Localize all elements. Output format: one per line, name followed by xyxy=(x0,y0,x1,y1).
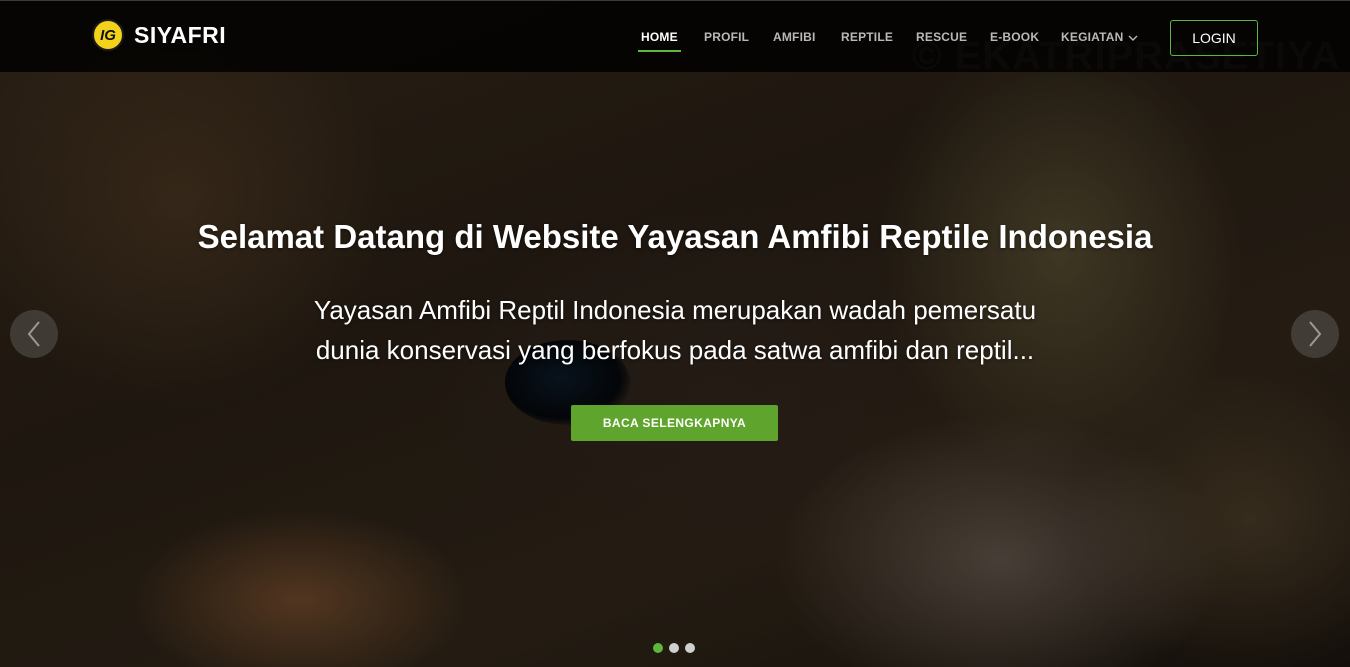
chevron-down-icon xyxy=(1128,31,1138,45)
chevron-right-icon xyxy=(1309,321,1322,347)
siyafri-logo-icon: IG xyxy=(92,19,124,51)
nav-item-amfibi[interactable]: AMFIBI xyxy=(773,30,816,44)
hero-title: Selamat Datang di Website Yayasan Amfibi… xyxy=(197,218,1153,255)
nav-item-profil[interactable]: PROFIL xyxy=(704,30,749,44)
login-button[interactable]: LOGIN xyxy=(1170,20,1258,56)
nav-item-home[interactable]: HOME xyxy=(641,30,678,44)
chevron-left-icon xyxy=(27,321,40,347)
active-nav-indicator xyxy=(638,50,681,52)
nav-item-ebook[interactable]: E-BOOK xyxy=(990,30,1039,44)
read-more-button[interactable]: BACA SELENGKAPNYA xyxy=(571,405,778,441)
top-navbar: IG SIYAFRI HOME PROFIL AMFIBI REPTILE RE… xyxy=(0,0,1350,72)
carousel-dot-1[interactable] xyxy=(653,643,663,653)
carousel-dot-2[interactable] xyxy=(669,643,679,653)
carousel-dot-3[interactable] xyxy=(685,643,695,653)
brand-name: SIYAFRI xyxy=(134,21,227,48)
nav-item-reptile[interactable]: REPTILE xyxy=(841,30,893,44)
nav-item-kegiatan-label: KEGIATAN xyxy=(1061,30,1124,44)
carousel-indicators xyxy=(653,643,701,653)
brand[interactable]: IG SIYAFRI xyxy=(92,19,226,51)
nav-item-kegiatan[interactable]: KEGIATAN xyxy=(1061,30,1138,45)
carousel-next-button[interactable] xyxy=(1291,310,1339,358)
carousel-prev-button[interactable] xyxy=(10,310,58,358)
hero-subtitle-line-1: Yayasan Amfibi Reptil Indonesia merupaka… xyxy=(313,295,1037,325)
nav-item-rescue[interactable]: RESCUE xyxy=(916,30,967,44)
hero-subtitle: Yayasan Amfibi Reptil Indonesia merupaka… xyxy=(275,290,1075,370)
hero-subtitle-line-2: dunia konservasi yang berfokus pada satw… xyxy=(315,335,1035,365)
